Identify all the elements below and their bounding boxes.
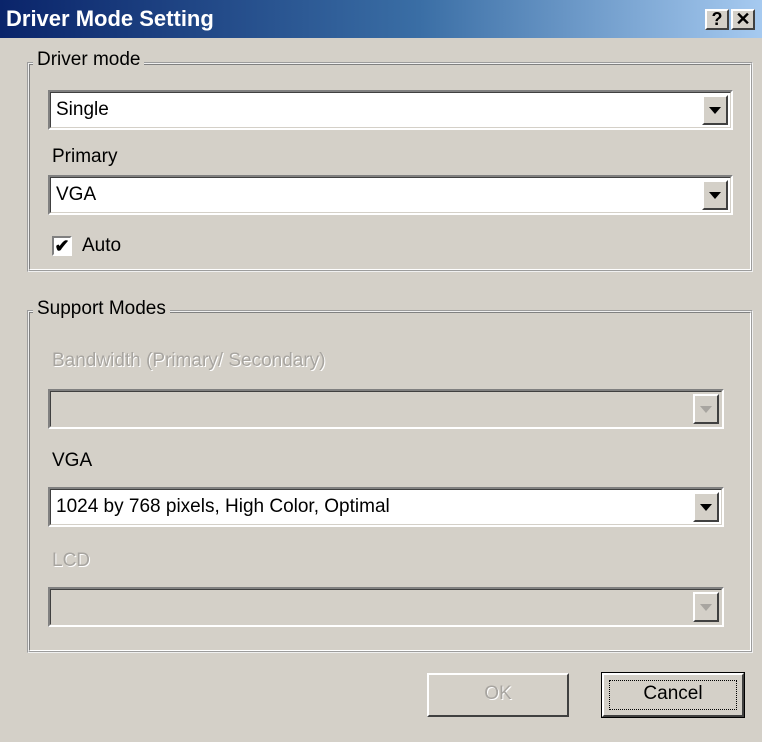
chevron-down-icon xyxy=(709,107,721,114)
primary-select[interactable]: VGA xyxy=(48,175,733,215)
checkmark-icon: ✔ xyxy=(54,236,70,256)
lcd-dropdown-button[interactable] xyxy=(693,592,719,622)
window-title: Driver Mode Setting xyxy=(6,6,214,31)
bandwidth-dropdown-button[interactable] xyxy=(693,394,719,424)
bandwidth-label: Bandwidth (Primary/ Secondary) xyxy=(52,350,326,371)
chevron-down-icon xyxy=(700,504,712,511)
close-icon: ✕ xyxy=(735,9,751,29)
ok-button-label: OK xyxy=(484,683,512,704)
vga-dropdown-button[interactable] xyxy=(693,492,719,522)
driver-mode-setting-dialog: Driver Mode Setting ? ✕ Driver mode Sing… xyxy=(0,0,762,742)
primary-label: Primary xyxy=(52,146,118,167)
driver-mode-dropdown-button[interactable] xyxy=(702,95,728,125)
primary-dropdown-button[interactable] xyxy=(702,180,728,210)
driver-mode-legend: Driver mode xyxy=(33,49,145,71)
ok-button[interactable]: OK xyxy=(427,673,569,717)
title-bar[interactable]: Driver Mode Setting ? ✕ xyxy=(0,0,762,38)
driver-mode-value: Single xyxy=(56,99,109,120)
cancel-button[interactable]: Cancel xyxy=(601,672,745,718)
focus-rectangle xyxy=(609,680,737,710)
chevron-down-icon xyxy=(709,192,721,199)
chevron-down-icon xyxy=(700,406,712,413)
primary-value: VGA xyxy=(56,184,97,205)
lcd-label: LCD xyxy=(52,550,91,571)
chevron-down-icon xyxy=(700,604,712,611)
support-modes-legend: Support Modes xyxy=(33,298,170,320)
vga-label: VGA xyxy=(52,450,93,471)
close-button[interactable]: ✕ xyxy=(731,9,755,30)
help-icon: ? xyxy=(711,9,723,29)
vga-value: 1024 by 768 pixels, High Color, Optimal xyxy=(56,496,390,517)
bandwidth-select[interactable] xyxy=(48,389,724,429)
auto-label[interactable]: Auto xyxy=(82,235,121,257)
auto-checkbox[interactable]: ✔ xyxy=(52,236,72,256)
help-button[interactable]: ? xyxy=(705,9,729,30)
vga-select[interactable]: 1024 by 768 pixels, High Color, Optimal xyxy=(48,487,724,527)
driver-mode-select[interactable]: Single xyxy=(48,90,733,130)
lcd-select[interactable] xyxy=(48,587,724,627)
